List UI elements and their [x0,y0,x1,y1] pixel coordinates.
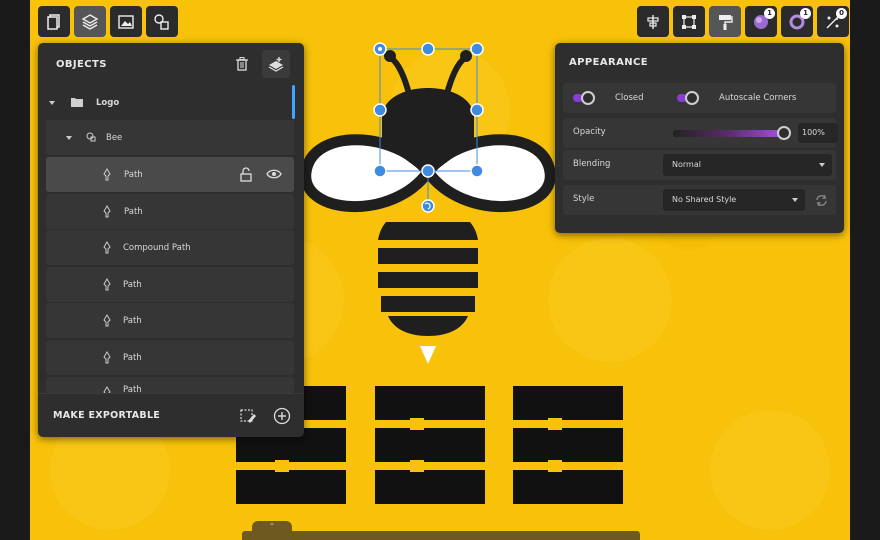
device-frame: 1 1 0 OBJECTS Logo Bee Path Path Compoun… [0,0,880,540]
stroke-badge: 1 [800,8,811,19]
plus-circle-icon [273,407,291,424]
pen-path-icon [103,278,111,291]
layer-row-compound-path[interactable]: Compound Path [46,230,294,265]
layer-name: Compound Path [123,242,191,253]
layer-row-path[interactable]: Path [46,340,294,375]
chevron-up-icon: ⌃ [268,522,276,531]
chevron-down-icon[interactable] [65,134,73,142]
sync-icon[interactable] [815,194,828,207]
effects-button[interactable]: 0 [817,6,849,37]
fill-badge: 1 [764,8,775,19]
autoscale-corners-toggle[interactable] [677,91,707,105]
pages-icon [47,13,60,30]
folder-icon [71,98,83,107]
left-toolbar [38,6,178,37]
make-exportable-label[interactable]: MAKE EXPORTABLE [53,410,160,421]
closed-label: Closed [615,93,644,103]
delete-button[interactable] [228,50,256,78]
layers-button[interactable] [74,6,106,37]
pen-path-icon [103,314,111,327]
layer-name: Logo [96,97,120,108]
blending-value: Normal [672,160,701,169]
objects-panel-header: OBJECTS [38,43,304,85]
layer-row-path[interactable]: Path [46,303,294,338]
documents-button[interactable] [38,6,70,37]
layers-icon [81,13,99,30]
layer-name: Path [123,352,142,363]
bottom-drawer-handle[interactable]: ⌃ [252,521,292,533]
style-row: Style No Shared Style [563,185,836,215]
chevron-down-icon[interactable] [48,99,56,107]
blending-row: Blending Normal [563,150,836,180]
pen-path-icon [103,241,111,254]
effects-badge: 0 [836,8,847,19]
layer-scroll-indicator[interactable] [292,85,295,119]
layer-row-path[interactable]: Path [46,377,294,393]
objects-panel-title: OBJECTS [56,58,107,70]
layer-row-path[interactable]: Path [46,267,294,302]
align-icon [647,14,659,29]
stroke-button[interactable]: 1 [781,6,813,37]
opacity-slider-knob[interactable] [777,126,791,140]
images-button[interactable] [110,6,142,37]
blending-label: Blending [573,159,611,169]
chevron-down-icon [819,163,825,167]
layer-name: Path [123,279,142,290]
layer-name: Path [123,315,142,326]
pen-path-icon [103,351,111,364]
layer-row-bee[interactable]: Bee [46,120,294,155]
layer-row-path-selected[interactable]: Path [46,157,294,192]
closed-toggle[interactable] [573,91,603,105]
bottom-drawer-bar[interactable] [242,531,640,540]
layer-name: Path [124,206,143,217]
appearance-button[interactable] [709,6,741,37]
eye-icon[interactable] [266,169,282,179]
appearance-panel: APPEARANCE Closed Autoscale Corners Opac… [555,43,844,233]
shapes-button[interactable] [146,6,178,37]
layer-row-logo[interactable]: Logo [38,85,296,120]
transform-icon [682,14,696,29]
appearance-panel-title: APPEARANCE [569,56,648,68]
objects-panel-footer: MAKE EXPORTABLE [38,393,304,437]
blending-select[interactable]: Normal [663,154,832,176]
transform-button[interactable] [673,6,705,37]
align-button[interactable] [637,6,669,37]
layer-row-path[interactable]: Path [46,194,294,229]
chevron-down-icon [792,198,798,202]
pen-path-icon [103,386,111,393]
opacity-label: Opacity [573,127,606,137]
opacity-row: Opacity 100% [563,118,838,148]
pen-path-icon [103,205,111,218]
trash-icon [236,57,248,71]
unlock-icon[interactable] [239,167,253,182]
objects-panel: OBJECTS Logo Bee Path Path Compound Path… [38,43,304,437]
layer-name: Bee [106,132,123,143]
style-label: Style [573,194,595,204]
shapes-icon [154,13,169,30]
add-layer-icon [268,57,284,72]
opacity-value-field[interactable]: 100% [798,123,838,143]
add-export-button[interactable] [268,402,296,430]
symbol-icon [86,132,96,142]
right-toolbar: 1 1 0 [637,6,849,37]
shared-style-select[interactable]: No Shared Style [663,189,805,211]
make-exportable-button[interactable] [234,402,262,430]
export-slice-icon [240,408,256,423]
paint-roller-icon [719,14,733,30]
appearance-panel-header: APPEARANCE [555,43,844,81]
shared-style-value: No Shared Style [672,195,737,204]
layer-name: Path [124,169,143,180]
add-layer-button[interactable] [262,50,290,78]
closed-autoscale-row: Closed Autoscale Corners [563,83,836,113]
opacity-slider-track[interactable] [673,130,781,137]
image-library-icon [118,14,134,29]
fill-button[interactable]: 1 [745,6,777,37]
layer-name: Path [123,385,142,393]
autoscale-corners-label: Autoscale Corners [719,93,797,103]
pen-path-icon [103,168,111,181]
